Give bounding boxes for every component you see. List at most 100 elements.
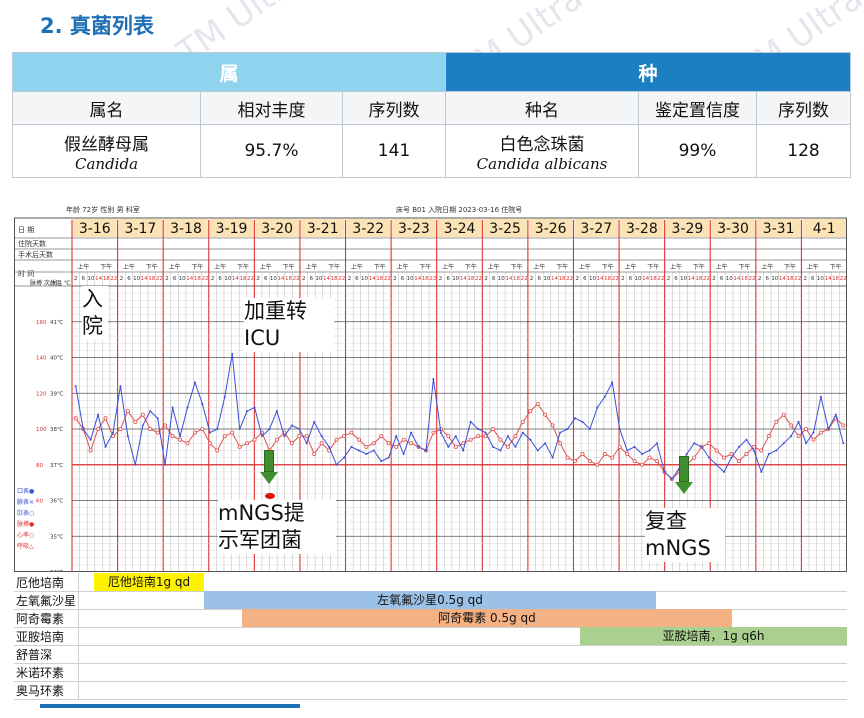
ampm-label: 下午 — [830, 263, 842, 271]
temperature-point — [200, 426, 205, 431]
time-slot-label: 22 — [156, 276, 163, 282]
pulse-point — [193, 381, 196, 384]
temperature-point — [453, 444, 458, 449]
time-slot-label: 14 — [369, 276, 376, 282]
time-slot-label: 6 — [127, 276, 131, 282]
species-sci: Candida albicans — [476, 154, 608, 173]
col-species-name: 种名 — [445, 91, 639, 125]
temperature-point — [118, 426, 123, 431]
pulse-tick: 80 — [36, 463, 43, 469]
pulse-point — [179, 435, 182, 438]
temperature-point — [707, 441, 712, 446]
pulse-point — [670, 478, 673, 481]
pulse-point — [357, 449, 360, 452]
temp-tick: 35℃ — [50, 533, 63, 540]
time-slot-label: 2 — [120, 276, 124, 282]
pulse-point — [544, 442, 547, 445]
ampm-label: 下午 — [191, 263, 203, 271]
temperature-point — [610, 455, 615, 460]
temperature-point — [394, 444, 399, 449]
temp-tick: 37℃ — [50, 462, 63, 469]
pulse-point — [156, 417, 159, 420]
time-slot-label: 10 — [407, 276, 414, 282]
time-slot-label: 2 — [530, 276, 534, 282]
pulse-point — [641, 453, 644, 456]
temperature-point — [125, 409, 130, 414]
pulse-point — [477, 428, 480, 430]
med-name: 左氧氟沙星 — [16, 594, 77, 608]
pulse-point — [492, 445, 495, 448]
ampm-label: 上午 — [260, 263, 272, 271]
pulse-point — [97, 413, 100, 416]
time-slot-label: 14 — [642, 276, 649, 282]
genus-cn: 假丝酵母属 — [64, 134, 149, 155]
pulse-point — [283, 435, 286, 438]
temp-tick: 40℃ — [50, 355, 63, 362]
med-name: 舒普深 — [16, 648, 53, 662]
time-slot-label: 2 — [712, 276, 716, 282]
date-label: 3-16 — [79, 221, 111, 237]
temperature-point — [625, 452, 630, 457]
time-slot-label: 6 — [583, 276, 587, 282]
temperature-point — [73, 416, 78, 421]
col-species-reads: 序列数 — [756, 91, 851, 125]
temperature-point — [722, 455, 727, 460]
genus-reads-cell: 141 — [342, 124, 446, 178]
ampm-label: 上午 — [169, 263, 181, 271]
pulse-point — [402, 453, 405, 456]
time-slot-label: 22 — [338, 276, 345, 282]
pulse-point — [253, 406, 256, 409]
mngs-callout: mNGS提 示军团菌 — [218, 500, 336, 554]
temperature-point — [498, 437, 503, 442]
temperature-point — [781, 412, 786, 417]
temperature-point — [237, 444, 242, 449]
pulse-point — [790, 435, 793, 438]
ampm-label: 上午 — [442, 263, 454, 271]
pulse-point — [387, 456, 390, 459]
temperature-point — [386, 441, 391, 446]
ampm-label: 上午 — [123, 263, 135, 271]
pulse-point — [171, 406, 174, 409]
temperature-point — [520, 419, 525, 424]
pulse-point — [618, 428, 621, 430]
temperature-point — [602, 452, 607, 457]
ampm-label: 下午 — [374, 263, 386, 271]
temperature-point — [550, 423, 555, 428]
pulse-point — [693, 442, 696, 445]
time-slot-label: 14 — [414, 276, 421, 282]
ampm-label: 下午 — [146, 263, 158, 271]
time-slot-label: 10 — [680, 276, 687, 282]
time-slot-label: 6 — [218, 276, 222, 282]
pulse-tick: 160 — [36, 320, 47, 326]
recheck-callout: 复查 mNGS — [645, 508, 725, 562]
temperature-point — [714, 448, 719, 453]
ampm-label: 上午 — [716, 263, 728, 271]
table-row: 假丝酵母属 Candida 95.7% 141 白色念珠菌 Candida al… — [12, 124, 851, 178]
temperature-point — [245, 441, 250, 446]
ampm-label: 下午 — [465, 263, 477, 271]
temperature-point — [319, 441, 324, 446]
temperature-point — [88, 448, 93, 453]
time-slot-label: 6 — [720, 276, 724, 282]
admission-text: 入 院 — [82, 287, 103, 338]
icu-callout: 加重转 ICU — [244, 298, 334, 352]
time-slot-label: 10 — [270, 276, 277, 282]
time-slot-label: 18 — [695, 276, 702, 282]
pulse-point — [320, 435, 323, 438]
temperature-point — [491, 426, 496, 431]
temperature-point — [304, 434, 309, 439]
pulse-point — [268, 428, 271, 430]
time-slot-label: 18 — [513, 276, 520, 282]
temperature-point — [632, 459, 637, 464]
pulse-point — [842, 442, 845, 445]
time-slot-label: 2 — [165, 276, 169, 282]
date-label: 3-21 — [307, 221, 339, 237]
ampm-label: 下午 — [738, 263, 750, 271]
temperature-point — [401, 437, 406, 442]
time-slot-label: 18 — [331, 276, 338, 282]
temperature-point — [312, 452, 317, 457]
temperature-point — [133, 419, 138, 424]
time-slot-label: 14 — [186, 276, 193, 282]
pulse-point — [767, 453, 770, 456]
ampm-label: 上午 — [579, 263, 591, 271]
